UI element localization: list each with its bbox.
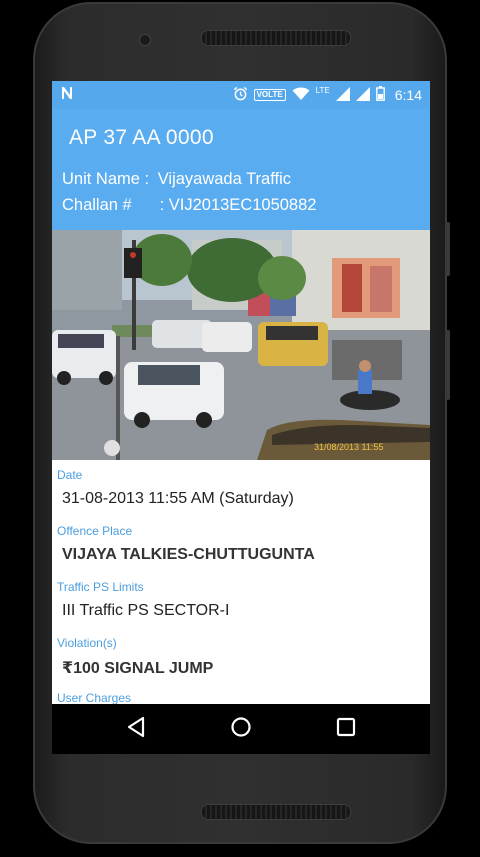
signal-icon [355, 86, 370, 104]
challan-header: AP 37 AA 0000 Unit Name : Vijayawada Tra… [52, 109, 430, 230]
challan-number-value: : VIJ2013EC1050882 [159, 196, 317, 214]
vehicle-number: AP 37 AA 0000 [69, 126, 214, 149]
ps-limits-label: Traffic PS Limits [57, 580, 144, 594]
offence-place-label: Offence Place [57, 524, 133, 538]
unit-name-row: Unit Name : Vijayawada Traffic [62, 170, 291, 189]
date-value: 31-08-2013 11:55 AM (Saturday) [62, 490, 294, 507]
violations-label: Violation(s) [57, 636, 117, 650]
clock-time: 6:14 [394, 87, 422, 103]
ps-limits-value: III Traffic PS SECTOR-I [62, 602, 230, 619]
challan-number-label: Challan # [62, 196, 132, 214]
power-button [446, 330, 450, 400]
challan-number-row: Challan # : VIJ2013EC1050882 [62, 196, 316, 215]
battery-icon [375, 86, 385, 104]
top-speaker [201, 30, 351, 46]
signal-icon [335, 86, 350, 104]
violation-photo[interactable]: 31/08/2013 11:55 [52, 230, 430, 460]
notification-n-icon [60, 86, 74, 104]
app-screen: VOLTE LTE 6:14 AP 37 AA 0000 Unit Name :… [52, 81, 430, 754]
alarm-icon [233, 86, 248, 104]
navigation-bar [52, 704, 430, 754]
home-icon[interactable] [230, 716, 252, 743]
offence-place-value: VIJAYA TALKIES-CHUTTUGUNTA [62, 546, 315, 563]
volume-button [446, 222, 450, 276]
lte-label: LTE [315, 85, 330, 95]
wifi-icon [292, 87, 310, 104]
photo-timestamp: 31/08/2013 11:55 [314, 442, 383, 452]
date-label: Date [57, 468, 83, 482]
status-bar: VOLTE LTE 6:14 [52, 81, 430, 109]
back-icon[interactable] [126, 716, 146, 743]
front-camera [139, 34, 151, 46]
violations-value: ₹100 SIGNAL JUMP [62, 660, 214, 677]
bottom-speaker [201, 804, 351, 820]
unit-name-label: Unit Name : [62, 170, 150, 188]
user-charges-label: User Charges [57, 691, 132, 705]
unit-name-value: Vijayawada Traffic [157, 170, 292, 188]
recents-icon[interactable] [336, 716, 356, 743]
volte-icon: VOLTE [253, 89, 286, 101]
